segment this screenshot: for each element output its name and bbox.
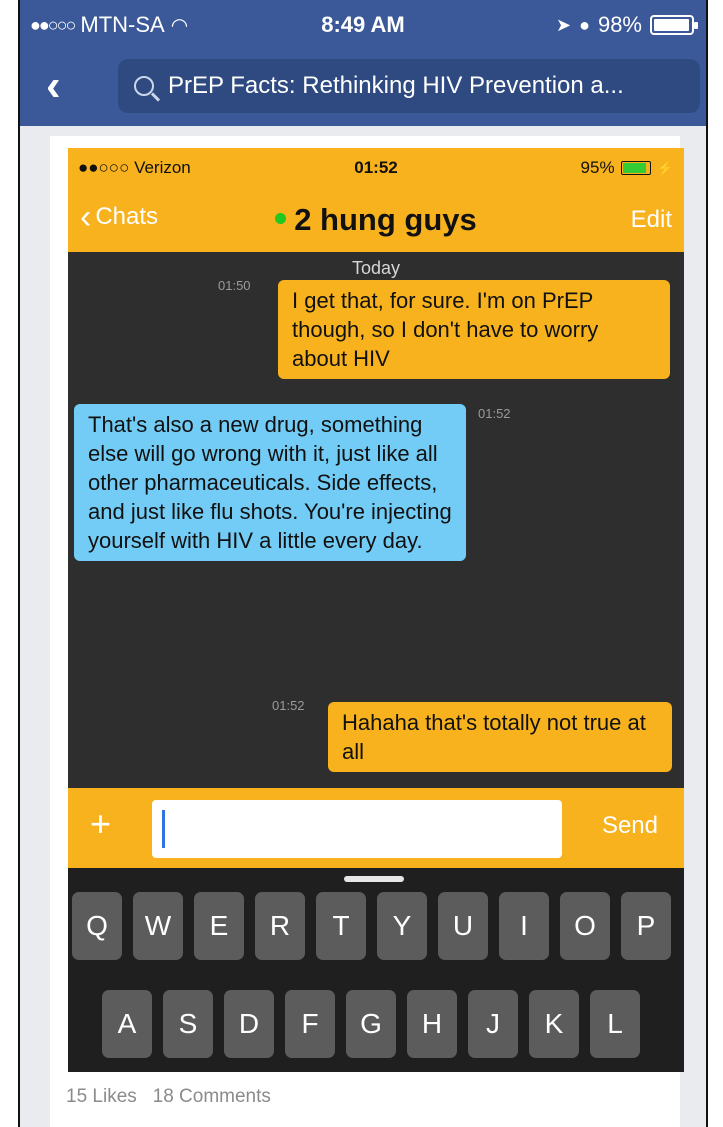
location-arrow-icon: ➤ xyxy=(555,14,572,35)
key-e[interactable]: E xyxy=(194,892,244,960)
inner-status-bar: ●●○○○ Verizon 01:52 95% ⚡ xyxy=(68,148,684,188)
message-timestamp: 01:52 xyxy=(478,406,511,421)
key-s[interactable]: S xyxy=(163,990,213,1058)
message-timestamp: 01:52 xyxy=(272,698,305,713)
key-f[interactable]: F xyxy=(285,990,335,1058)
key-w[interactable]: W xyxy=(133,892,183,960)
battery-icon xyxy=(650,15,698,35)
send-button[interactable]: Send xyxy=(602,812,658,840)
browser-nav-bar: ‹ PrEP Facts: Rethinking HIV Prevention … xyxy=(20,50,706,126)
back-button[interactable]: ‹ xyxy=(46,64,86,108)
key-g[interactable]: G xyxy=(346,990,396,1058)
embedded-screenshot: ●●○○○ Verizon 01:52 95% ⚡ ‹ Chats 2 hung… xyxy=(68,148,684,1072)
message-bubble-outgoing[interactable]: Hahaha that's totally not true at all xyxy=(328,702,672,772)
post-engagement: 15 Likes 18 Comments xyxy=(66,1086,271,1108)
message-input[interactable] xyxy=(152,800,562,858)
chat-title: 2 hung guys xyxy=(68,202,684,238)
keyboard-handle[interactable] xyxy=(344,876,404,882)
charging-icon: ⚡ xyxy=(656,159,674,176)
key-p[interactable]: P xyxy=(621,892,671,960)
likes-count[interactable]: 15 Likes xyxy=(66,1086,137,1107)
inner-battery-fill xyxy=(622,163,647,173)
status-right: ➤ ● 98% xyxy=(555,12,698,38)
key-l[interactable]: L xyxy=(590,990,640,1058)
inner-status-right: 95% ⚡ xyxy=(581,158,674,178)
day-separator: Today xyxy=(351,258,401,278)
comments-count[interactable]: 18 Comments xyxy=(153,1086,271,1107)
online-status-icon xyxy=(275,213,287,225)
key-a[interactable]: A xyxy=(102,990,152,1058)
key-o[interactable]: O xyxy=(560,892,610,960)
alarm-icon: ● xyxy=(579,14,590,35)
edit-button[interactable]: Edit xyxy=(631,206,672,234)
status-bar: ●●○○○ MTN-SA ◠ 8:49 AM ➤ ● 98% xyxy=(20,0,706,50)
message-composer: + Send xyxy=(68,788,684,868)
search-text: PrEP Facts: Rethinking HIV Prevention a.… xyxy=(168,72,624,99)
key-r[interactable]: R xyxy=(255,892,305,960)
app-frame: ●●○○○ MTN-SA ◠ 8:49 AM ➤ ● 98% ‹ PrEP Fa… xyxy=(18,0,708,1127)
key-k[interactable]: K xyxy=(529,990,579,1058)
message-bubble-incoming[interactable]: That's also a new drug, something else w… xyxy=(74,404,466,561)
chevron-left-icon: ‹ xyxy=(46,61,61,110)
keyboard: QWERTYUIOP ASDFGHJKL xyxy=(68,868,684,1072)
battery-percent: 98% xyxy=(597,12,642,37)
key-j[interactable]: J xyxy=(468,990,518,1058)
key-i[interactable]: I xyxy=(499,892,549,960)
inner-battery-icon xyxy=(620,161,651,175)
message-timestamp: 01:50 xyxy=(218,278,251,293)
search-icon xyxy=(134,76,154,96)
search-bar[interactable]: PrEP Facts: Rethinking HIV Prevention a.… xyxy=(118,59,700,113)
add-attachment-button[interactable]: + xyxy=(90,804,111,844)
chat-header: ‹ Chats 2 hung guys Edit xyxy=(68,188,684,252)
inner-battery-percent: 95% xyxy=(580,158,615,177)
key-d[interactable]: D xyxy=(224,990,274,1058)
key-y[interactable]: Y xyxy=(377,892,427,960)
message-bubble-outgoing[interactable]: I get that, for sure. I'm on PrEP though… xyxy=(278,280,670,379)
chat-title-text: 2 hung guys xyxy=(294,202,477,237)
chat-messages: Today 01:50 I get that, for sure. I'm on… xyxy=(68,252,684,788)
key-u[interactable]: U xyxy=(438,892,488,960)
key-t[interactable]: T xyxy=(316,892,366,960)
key-h[interactable]: H xyxy=(407,990,457,1058)
post-card: ●●○○○ Verizon 01:52 95% ⚡ ‹ Chats 2 hung… xyxy=(50,136,684,1127)
key-q[interactable]: Q xyxy=(72,892,122,960)
text-cursor xyxy=(162,810,165,848)
battery-fill xyxy=(654,19,690,31)
